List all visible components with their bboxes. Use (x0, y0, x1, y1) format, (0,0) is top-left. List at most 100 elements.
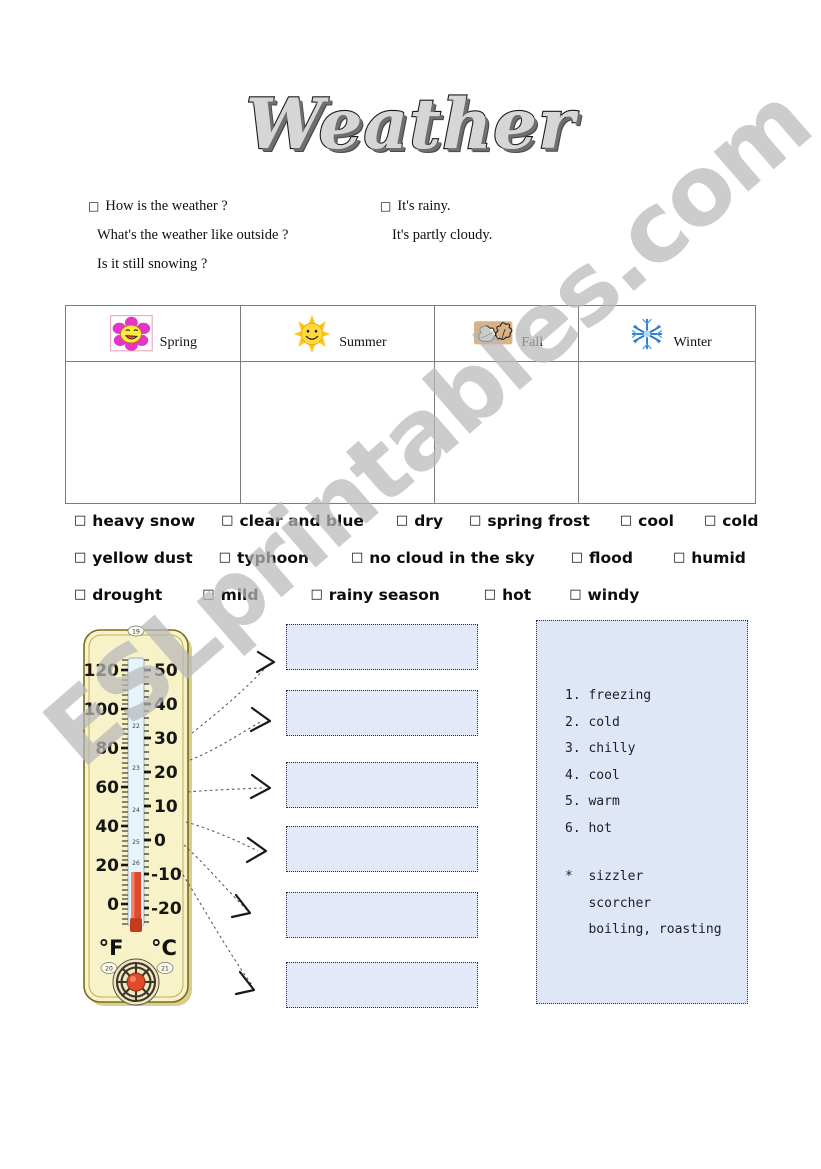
wordbank-extra-2: scorcher (565, 895, 652, 911)
svg-text:0: 0 (154, 831, 166, 851)
checkbox-icon[interactable]: □ (484, 587, 496, 602)
answer-line: It's partly cloudy. (380, 221, 492, 250)
vocabulary-checklist: □ heavy snow □ clear and blue □ dry □ spring… (74, 502, 774, 613)
questions-column: □ How is the weather ? What's the weather… (88, 192, 288, 279)
arrow-head-2 (249, 706, 272, 733)
seasons-header-row: Spring Summer Fall Winter (65, 305, 756, 362)
svg-text:120: 120 (84, 661, 120, 681)
vocabulary-row-1: □ heavy snow □ clear and blue □ dry □ spring… (74, 502, 774, 539)
vocab-label: mild (220, 585, 259, 604)
season-cell-fall: Fall (434, 305, 580, 362)
svg-text:23: 23 (132, 765, 140, 772)
season-blank-winter[interactable] (578, 361, 756, 504)
checkbox-icon[interactable]: □ (202, 587, 214, 602)
answer-box-3[interactable] (286, 762, 478, 808)
vocab-item-typhoon[interactable]: □ typhoon (219, 549, 309, 567)
season-blank-summer[interactable] (239, 361, 436, 504)
vocab-label: cold (722, 511, 759, 530)
vocab-label: humid (691, 548, 746, 567)
vocab-item-hot[interactable]: □ hot (484, 586, 531, 604)
vocab-label: clear and blue (239, 511, 364, 530)
thermometer-celsius-label: °C (151, 936, 177, 960)
vocab-item-drought[interactable]: □ drought (74, 586, 162, 604)
wordbank-item-2: 2. cold (565, 714, 620, 730)
vocab-item-cold[interactable]: □ cold (704, 512, 759, 530)
season-blank-spring[interactable] (65, 361, 241, 504)
wordbank-item-3: 3. chilly (565, 741, 636, 756)
checkbox-icon[interactable]: □ (569, 587, 581, 602)
vocab-label: windy (587, 585, 640, 604)
vocab-label: rainy season (328, 585, 440, 604)
checkbox-icon[interactable]: □ (74, 587, 86, 602)
vocab-item-heavy-snow[interactable]: □ heavy snow (74, 512, 195, 530)
answer-box-5[interactable] (286, 892, 478, 938)
season-blank-fall[interactable] (434, 361, 580, 504)
vocab-item-windy[interactable]: □ windy (569, 586, 639, 604)
wordbank-item-4: 4. cool (565, 767, 620, 783)
answer-box-2[interactable] (286, 690, 478, 736)
svg-text:-20: -20 (151, 899, 182, 919)
vocab-item-dry[interactable]: □ dry (396, 512, 443, 530)
wordbank-extra-1: * sizzler (565, 869, 644, 884)
svg-text:60: 60 (95, 778, 119, 798)
checkbox-icon[interactable]: □ (704, 513, 716, 528)
vocab-label: flood (589, 548, 633, 567)
checkbox-icon[interactable]: □ (673, 550, 685, 565)
answers-column: □ It's rainy. It's partly cloudy. (380, 192, 492, 250)
answer-box-4[interactable] (286, 826, 478, 872)
vocab-item-no-cloud-in-the-sky[interactable]: □ no cloud in the sky (351, 549, 535, 567)
bullet-square-icon: □ (88, 199, 100, 213)
vocab-item-spring-frost[interactable]: □ spring frost (469, 512, 590, 530)
checkbox-icon[interactable]: □ (74, 550, 86, 565)
thermometer-small-label-top: 19 (127, 625, 145, 637)
svg-text:20: 20 (154, 763, 178, 783)
checkbox-icon[interactable]: □ (221, 513, 233, 528)
answer-box-1[interactable] (286, 624, 478, 670)
arrow-line-1 (191, 664, 269, 734)
seasons-answer-row (65, 361, 756, 504)
checkbox-icon[interactable]: □ (396, 513, 408, 528)
page-title-container: Weather (0, 84, 821, 165)
checkbox-icon[interactable]: □ (310, 587, 322, 602)
thermometer-illustration: 19 22 23 24 25 26 120 100 80 60 40 20 0 (83, 625, 192, 1006)
season-cell-spring: Spring (65, 305, 241, 362)
vocab-label: drought (92, 585, 163, 604)
question-text: Is it still snowing ? (97, 256, 208, 272)
svg-text:21: 21 (161, 966, 169, 973)
vocab-item-yellow-dust[interactable]: □ yellow dust (74, 549, 193, 567)
season-label-winter: Winter (673, 335, 712, 350)
vocab-item-rainy-season[interactable]: □ rainy season (310, 586, 439, 604)
checkbox-icon[interactable]: □ (219, 550, 231, 565)
vocab-item-mild[interactable]: □ mild (202, 586, 258, 604)
vocab-label: no cloud in the sky (369, 548, 535, 567)
vocab-label: yellow dust (92, 548, 193, 567)
vocab-label: typhoon (236, 548, 309, 567)
leaves-icon (474, 320, 513, 344)
answer-box-6[interactable] (286, 962, 478, 1008)
vocab-item-cool[interactable]: □ cool (620, 512, 674, 530)
wordbank-extra-3: boiling, roasting (565, 922, 722, 937)
question-text: How is the weather ? (105, 198, 228, 214)
checkbox-icon[interactable]: □ (74, 513, 86, 528)
vocab-label: hot (502, 585, 532, 604)
vocab-item-clear-and-blue[interactable]: □ clear and blue (221, 512, 364, 530)
season-label-summer: Summer (339, 335, 387, 350)
vocab-item-flood[interactable]: □ flood (571, 549, 633, 567)
vocab-label: spring frost (487, 511, 590, 530)
page-title: Weather (245, 84, 576, 165)
question-line: Is it still snowing ? (88, 250, 288, 279)
checkbox-icon[interactable]: □ (351, 550, 363, 565)
thermometer-small-label-right: 21 (156, 962, 174, 974)
seasons-table: Spring Summer Fall Winter (65, 305, 756, 504)
wordbank-spacer (565, 842, 747, 864)
flower-icon (109, 314, 153, 351)
checkbox-icon[interactable]: □ (469, 513, 481, 528)
wordbank-item-6: 6. hot (565, 820, 612, 836)
answer-line: □ It's rainy. (380, 192, 492, 221)
vocab-item-humid[interactable]: □ humid (673, 549, 746, 567)
word-bank-panel: 1. freezing 2. cold 3. chilly 4. cool 5.… (536, 620, 748, 1004)
svg-text:20: 20 (105, 966, 113, 973)
checkbox-icon[interactable]: □ (571, 550, 583, 565)
checkbox-icon[interactable]: □ (620, 513, 632, 528)
svg-text:0: 0 (107, 895, 119, 915)
